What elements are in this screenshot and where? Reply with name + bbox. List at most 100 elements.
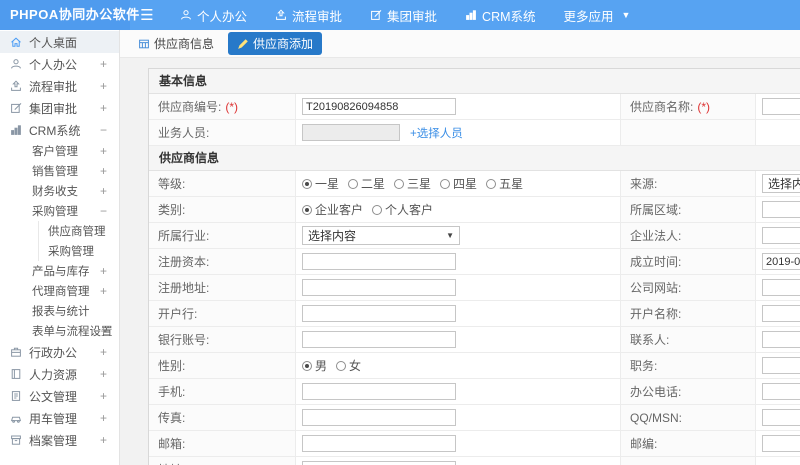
sidebar-item-personal-office[interactable]: 个人办公 + <box>0 53 119 75</box>
nav-item-more-apps[interactable]: 更多应用 ▼ <box>564 6 631 25</box>
level-radios-option[interactable]: 二星 <box>348 175 385 192</box>
expand-toggle-icon[interactable]: + <box>100 389 107 403</box>
radio-label: 个人客户 <box>385 203 434 217</box>
field-label-text: 成立时间: <box>630 255 682 269</box>
expand-toggle-icon[interactable]: + <box>100 433 107 447</box>
email-input[interactable] <box>302 435 456 452</box>
tab-supplier-info[interactable]: 供应商信息 <box>133 32 219 55</box>
expand-toggle-icon[interactable]: + <box>100 264 107 278</box>
field-label: 来源: <box>621 171 756 196</box>
business-person-input[interactable] <box>302 124 400 141</box>
category-radios-option[interactable]: 企业客户 <box>302 201 363 218</box>
sidebar-item-personal-desktop[interactable]: 个人桌面 <box>0 31 119 53</box>
empty-cell <box>621 120 756 145</box>
sidebar-item-vehicle-management[interactable]: 用车管理 + <box>0 407 119 429</box>
office-phone-input[interactable] <box>762 383 800 400</box>
qq-msn-input[interactable] <box>762 409 800 426</box>
expand-toggle-icon[interactable]: + <box>100 79 107 93</box>
sidebar-item-crm-system[interactable]: CRM系统 − <box>0 119 119 141</box>
form-row: 性别: 男女职务: <box>149 353 800 379</box>
gender-radios: 男女 <box>302 357 361 374</box>
registered-address-input[interactable] <box>302 279 456 296</box>
chart-icon <box>10 124 22 136</box>
field-cell <box>756 327 800 352</box>
field-cell <box>756 353 800 378</box>
nav-item-label: 个人办公 <box>197 9 248 24</box>
category-radios-option[interactable]: 个人客户 <box>372 201 433 218</box>
tab-supplier-add[interactable]: 供应商添加 <box>228 32 323 55</box>
choose-person-link[interactable]: +选择人员 <box>410 125 463 141</box>
sidebar-item-document-management[interactable]: 公文管理 + <box>0 385 119 407</box>
field-label-text: 开户行: <box>158 307 198 321</box>
website-input[interactable] <box>762 279 800 296</box>
sidebar-item-customer-management[interactable]: 客户管理 + <box>0 141 119 161</box>
fax-input[interactable] <box>302 409 456 426</box>
field-cell <box>296 327 621 352</box>
legal-person-input[interactable] <box>762 227 800 244</box>
mobile-input[interactable] <box>302 383 456 400</box>
approval-icon <box>275 9 287 21</box>
menu-icon[interactable]: ☰ <box>130 6 164 24</box>
sidebar-item-form-process-settings[interactable]: 表单与流程设置 + <box>0 321 119 341</box>
level-radios-option[interactable]: 三星 <box>394 175 431 192</box>
contact-input[interactable] <box>762 331 800 348</box>
sidebar-item-human-resources[interactable]: 人力资源 + <box>0 363 119 385</box>
pencil-icon <box>237 38 249 50</box>
sidebar-item-archive-management[interactable]: 档案管理 + <box>0 429 119 451</box>
expand-toggle-icon[interactable]: + <box>100 164 107 178</box>
source-select[interactable]: 选择内容▼ <box>762 174 800 193</box>
expand-toggle-icon[interactable]: + <box>100 144 107 158</box>
nav-item-process-approval[interactable]: 流程审批 <box>275 6 342 25</box>
bank-account-input[interactable] <box>302 331 456 348</box>
sidebar-item-label: 人力资源 <box>29 367 78 382</box>
industry-select[interactable]: 选择内容 ▼ <box>302 226 460 245</box>
sidebar-item-label: 报表与统计 <box>32 306 90 318</box>
chart-icon <box>465 9 477 21</box>
registered-capital-input[interactable] <box>302 253 456 270</box>
sidebar-item-supplier-management[interactable]: 供应商管理 <box>38 221 119 241</box>
sidebar-item-administrative-office[interactable]: 行政办公 + <box>0 341 119 363</box>
expand-toggle-icon[interactable]: − <box>100 204 107 218</box>
level-radios-option[interactable]: 一星 <box>302 175 339 192</box>
field-label-text: 注册地址: <box>158 281 210 295</box>
address-input[interactable] <box>302 461 456 465</box>
sidebar-item-purchasing-management[interactable]: 采购管理 <box>38 241 119 261</box>
form-row: 类别: 企业客户 个人客户 所属区域: <box>149 197 800 223</box>
empty-cell <box>621 457 756 465</box>
nav-item-group-approval[interactable]: 集团审批 <box>370 6 437 25</box>
expand-toggle-icon[interactable]: + <box>100 101 107 115</box>
radio-label: 男 <box>315 359 328 373</box>
expand-toggle-icon[interactable]: + <box>100 345 107 359</box>
gender-radios-option[interactable]: 女 <box>336 357 361 374</box>
bank-input[interactable] <box>302 305 456 322</box>
position-input[interactable] <box>762 357 800 374</box>
sidebar-item-purchase-management[interactable]: 采购管理 − <box>0 201 119 221</box>
founded-date-input[interactable] <box>762 253 800 270</box>
zip-input[interactable] <box>762 435 800 452</box>
expand-toggle-icon[interactable]: + <box>100 367 107 381</box>
approval-icon <box>10 80 22 92</box>
supplier-name-input[interactable] <box>762 98 800 115</box>
level-radios-option[interactable]: 四星 <box>440 175 477 192</box>
sidebar-item-sales-management[interactable]: 销售管理 + <box>0 161 119 181</box>
sidebar-item-finance-income-expense[interactable]: 财务收支 + <box>0 181 119 201</box>
expand-toggle-icon[interactable]: + <box>100 324 107 338</box>
sidebar-item-product-inventory[interactable]: 产品与库存 + <box>0 261 119 281</box>
radio-label: 三星 <box>407 177 432 191</box>
account-name-input[interactable] <box>762 305 800 322</box>
region-input[interactable] <box>762 201 800 218</box>
nav-item-crm-system[interactable]: CRM系统 <box>465 6 536 25</box>
sidebar-item-agent-management[interactable]: 代理商管理 + <box>0 281 119 301</box>
gender-radios-option[interactable]: 男 <box>302 357 327 374</box>
sidebar-item-process-approval[interactable]: 流程审批 + <box>0 75 119 97</box>
level-radios-option[interactable]: 五星 <box>486 175 523 192</box>
expand-toggle-icon[interactable]: + <box>100 284 107 298</box>
nav-item-personal-office[interactable]: 个人办公 <box>180 6 247 25</box>
expand-toggle-icon[interactable]: + <box>100 57 107 71</box>
expand-toggle-icon[interactable]: + <box>100 411 107 425</box>
sidebar-item-group-approval[interactable]: 集团审批 + <box>0 97 119 119</box>
sidebar-item-reports-statistics[interactable]: 报表与统计 <box>0 301 119 321</box>
expand-toggle-icon[interactable]: + <box>100 184 107 198</box>
expand-toggle-icon[interactable]: − <box>100 123 107 137</box>
supplier-code-input[interactable] <box>302 98 456 115</box>
